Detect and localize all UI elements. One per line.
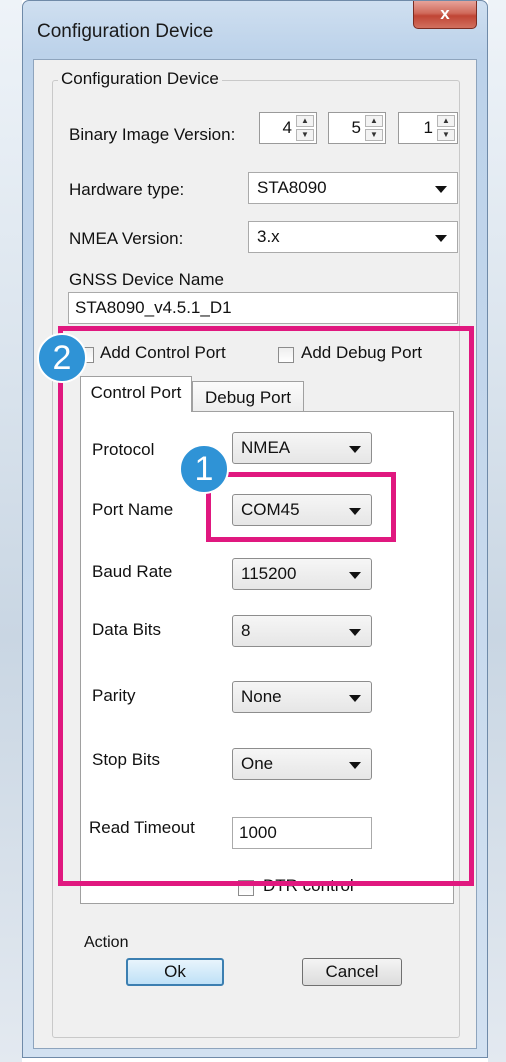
spinner-value: 5 (351, 118, 361, 137)
tab-label: Control Port (90, 383, 182, 402)
binary-version-major-spinner[interactable]: 4 ▲ ▼ (259, 112, 317, 144)
nmea-version-label: NMEA Version: (69, 229, 184, 248)
spin-down-icon[interactable]: ▼ (437, 129, 455, 141)
binary-image-label: Binary Image Version: (69, 125, 236, 144)
cancel-button-label: Cancel (325, 962, 379, 981)
binary-version-minor-spinner[interactable]: 5 ▲ ▼ (328, 112, 386, 144)
chevron-down-icon (435, 235, 447, 242)
hardware-type-label: Hardware type: (69, 180, 185, 199)
spin-up-icon[interactable]: ▲ (296, 115, 314, 127)
window-title: Configuration Device (37, 21, 214, 42)
ok-button[interactable]: Ok (126, 958, 224, 986)
ok-button-label: Ok (164, 962, 186, 981)
callout-box-1 (206, 472, 396, 542)
chevron-down-icon (435, 186, 447, 193)
gnss-device-name-value: STA8090_v4.5.1_D1 (75, 298, 232, 317)
tab-control-port[interactable]: Control Port (80, 376, 192, 412)
background-left (0, 0, 22, 1062)
nmea-version-value: 3.x (257, 227, 280, 246)
group-legend: Configuration Device (58, 69, 222, 89)
cancel-button[interactable]: Cancel (302, 958, 402, 986)
hardware-type-value: STA8090 (257, 178, 327, 197)
spin-down-icon[interactable]: ▼ (365, 129, 383, 141)
hardware-type-select[interactable]: STA8090 (248, 172, 458, 204)
title-bar: Configuration Device x (23, 1, 487, 59)
binary-version-patch-spinner[interactable]: 1 ▲ ▼ (398, 112, 458, 144)
action-legend: Action (84, 934, 129, 951)
nmea-version-select[interactable]: 3.x (248, 221, 458, 253)
close-icon: x (440, 4, 450, 23)
spinner-value: 1 (423, 118, 433, 137)
spin-up-icon[interactable]: ▲ (365, 115, 383, 127)
spinner-value: 4 (282, 118, 292, 137)
gnss-device-name-input[interactable]: STA8090_v4.5.1_D1 (68, 292, 458, 324)
close-button[interactable]: x (413, 1, 477, 29)
gnss-device-name-label: GNSS Device Name (69, 270, 224, 289)
spin-up-icon[interactable]: ▲ (437, 115, 455, 127)
spin-down-icon[interactable]: ▼ (296, 129, 314, 141)
background-right (488, 0, 506, 1062)
callout-badge-1: 1 (179, 444, 229, 494)
